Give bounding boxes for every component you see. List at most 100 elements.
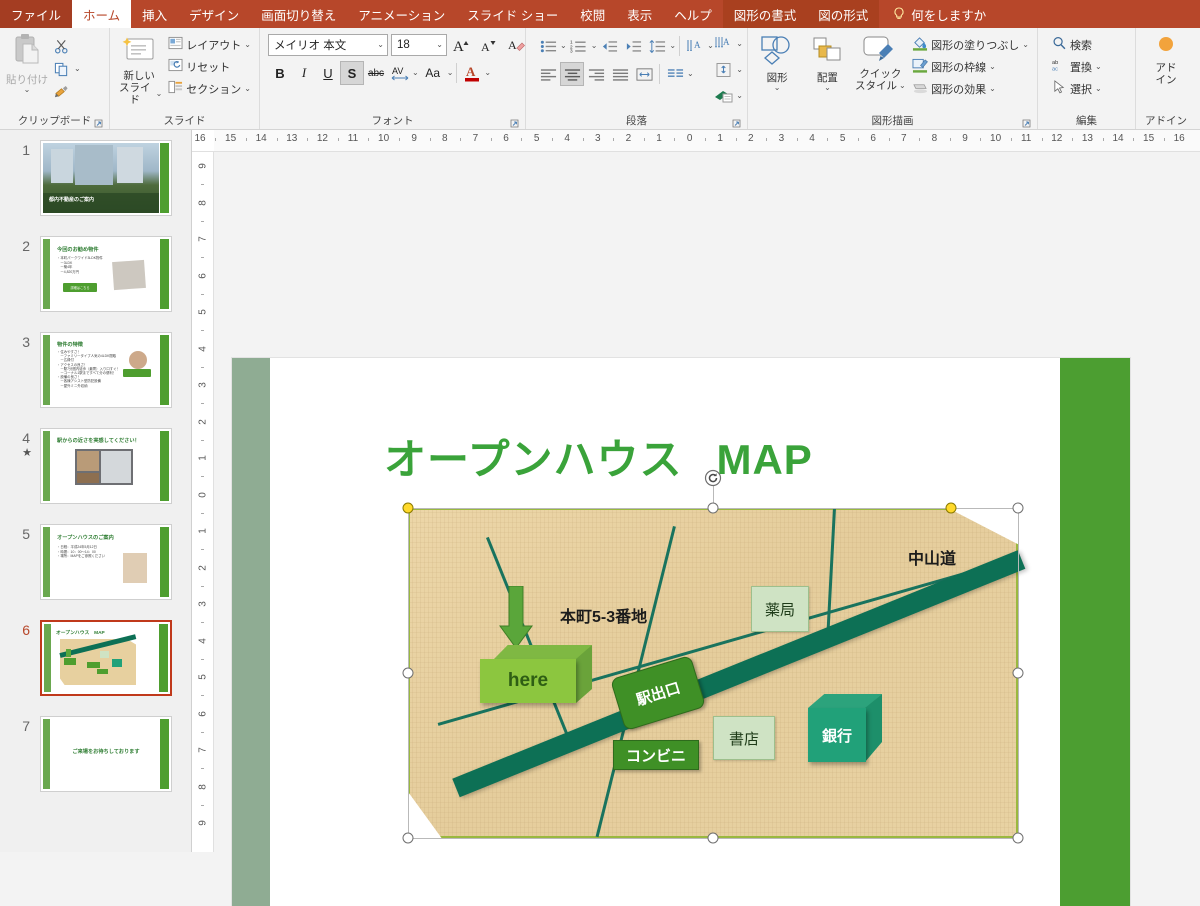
tab-help[interactable]: ヘルプ — [663, 0, 723, 28]
replace-button[interactable]: ab ac 置換 ⌄ — [1048, 56, 1106, 77]
thumbnail-preview[interactable]: 都内不動産のご案内 — [40, 140, 172, 216]
clipboard-dialog-launcher[interactable] — [94, 119, 103, 128]
shapes-chevron-down-icon[interactable]: ⌄ — [774, 84, 781, 92]
font-name-chevron-down-icon[interactable]: ⌄ — [377, 41, 384, 49]
new-slide-chevron-down-icon[interactable]: ⌄ — [156, 90, 163, 98]
thumbnail-slide-6[interactable]: 6 オープンハウス MAP — [8, 620, 172, 696]
line-spacing-chevron-down-icon[interactable]: ⌄ — [669, 42, 676, 50]
shape-effects-chevron-down-icon[interactable]: ⌄ — [989, 84, 996, 93]
resize-handle-top-center[interactable] — [707, 502, 719, 514]
reset-button[interactable]: リセット — [164, 56, 255, 77]
tab-file[interactable]: ファイル — [0, 0, 73, 28]
font-name-combo[interactable]: メイリオ 本文 ⌄ — [268, 34, 388, 56]
section-button[interactable]: セクション ⌄ — [164, 78, 255, 99]
slide-canvas[interactable]: オープンハウス MAP 中山道 本町5-3番地 here 駅出口 コンビニ 薬局… — [214, 152, 1200, 906]
line-spacing-icon[interactable] — [645, 34, 669, 58]
resize-handle-middle-left[interactable] — [402, 667, 414, 679]
vertical-ruler[interactable]: 9 8 7 6 5 4 3 2 1 0 1 2 3 4 5 6 7 8 9 — [192, 152, 214, 852]
align-text-vertical-icon[interactable] — [712, 58, 736, 82]
adjust-handle-top-left[interactable] — [402, 502, 414, 514]
resize-handle-bottom-left[interactable] — [402, 832, 414, 844]
increase-indent-icon[interactable] — [621, 34, 645, 58]
character-spacing-button[interactable]: AV — [388, 61, 412, 85]
thumbnail-slide-4[interactable]: 4 ★ 駅からの近さを実感してください！ — [8, 428, 172, 504]
shape-outline-chevron-down-icon[interactable]: ⌄ — [989, 62, 996, 71]
tab-slideshow[interactable]: スライド ショー — [456, 0, 569, 28]
align-left-icon[interactable] — [536, 62, 560, 86]
align-right-icon[interactable] — [584, 62, 608, 86]
paragraph-dialog-launcher[interactable] — [732, 119, 741, 128]
copy-icon[interactable] — [50, 59, 72, 80]
tab-insert[interactable]: 挿入 — [131, 0, 178, 28]
font-color-chevron-down-icon[interactable]: ⌄ — [484, 69, 491, 77]
font-dialog-launcher[interactable] — [510, 119, 519, 128]
text-shadow-button[interactable]: S — [340, 61, 364, 85]
decrease-indent-icon[interactable] — [597, 34, 621, 58]
layout-chevron-down-icon[interactable]: ⌄ — [244, 40, 251, 49]
rotation-handle[interactable] — [704, 469, 722, 487]
numbered-list-chevron-down-icon[interactable]: ⌄ — [591, 42, 598, 50]
columns-chevron-down-icon[interactable]: ⌄ — [687, 70, 694, 78]
justify-icon[interactable] — [608, 62, 632, 86]
copy-chevron-down-icon[interactable]: ⌄ — [74, 65, 81, 73]
tab-view[interactable]: 表示 — [616, 0, 663, 28]
strikethrough-button[interactable]: abc — [364, 61, 388, 85]
resize-handle-middle-right[interactable] — [1012, 667, 1024, 679]
find-button[interactable]: 検索 — [1048, 34, 1106, 55]
resize-handle-bottom-center[interactable] — [707, 832, 719, 844]
tab-picture-format[interactable]: 図の形式 — [807, 0, 880, 28]
quick-styles-chevron-down-icon[interactable]: ⌄ — [899, 82, 906, 90]
character-spacing-chevron-down-icon[interactable]: ⌄ — [412, 69, 419, 77]
tab-review[interactable]: 校閲 — [569, 0, 616, 28]
numbered-list-icon[interactable]: 123 — [567, 34, 591, 58]
thumbnail-preview[interactable]: 駅からの近さを実感してください！ — [40, 428, 172, 504]
clear-formatting-icon[interactable]: A — [504, 33, 528, 57]
tab-shape-format[interactable]: 図形の書式 — [722, 0, 808, 28]
slide-title-text[interactable]: オープンハウス MAP — [384, 426, 813, 487]
thumbnail-slide-1[interactable]: 1 都内不動産のご案内 — [8, 140, 172, 216]
horizontal-ruler[interactable]: 16 15 14 13 12 11 10 9 8 7 6 5 4 3 2 1 0 1 2 3 4 5 6 7 8 9 10 11 12 1… — [192, 130, 1200, 152]
shape-outline-button[interactable]: 図形の枠線 ⌄ — [908, 56, 1033, 77]
font-size-chevron-down-icon[interactable]: ⌄ — [436, 41, 443, 49]
tab-transitions[interactable]: 画面切り替え — [250, 0, 347, 28]
convert-to-smartart-icon[interactable] — [712, 84, 736, 108]
arrange-button[interactable]: 配置 ⌄ — [802, 33, 852, 94]
align-text-chevron-down-icon[interactable]: ⌄ — [736, 66, 743, 74]
increase-font-size-icon[interactable]: A — [450, 33, 474, 57]
paste-chevron-down-icon[interactable]: ⌄ — [24, 86, 31, 94]
adjust-handle-top-right[interactable] — [945, 502, 957, 514]
shape-effects-button[interactable]: 図形の効果 ⌄ — [908, 78, 1033, 99]
bold-button[interactable]: B — [268, 61, 292, 85]
select-chevron-down-icon[interactable]: ⌄ — [1095, 84, 1102, 93]
tab-home[interactable]: ホーム — [72, 0, 132, 28]
shape-fill-button[interactable]: 図形の塗りつぶし ⌄ — [908, 34, 1033, 55]
drawing-dialog-launcher[interactable] — [1022, 119, 1031, 128]
bulleted-list-icon[interactable] — [536, 34, 560, 58]
replace-chevron-down-icon[interactable]: ⌄ — [1095, 62, 1102, 71]
tab-design[interactable]: デザイン — [178, 0, 250, 28]
resize-handle-top-right[interactable] — [1012, 502, 1024, 514]
thumbnail-preview[interactable]: 物件の特徴 ・住みやすさ！ ーファミリータイプ人気の4LDK間取 ー広縁付 ・ア… — [40, 332, 172, 408]
shape-fill-chevron-down-icon[interactable]: ⌄ — [1022, 40, 1029, 49]
layout-button[interactable]: レイアウト ⌄ — [164, 34, 255, 55]
thumbnail-preview[interactable]: ご来場をお待ちしております — [40, 716, 172, 792]
thumbnail-preview[interactable]: 今回のお勧め物件 ・本町パークワイド3LDK物件 ー3LDK ー築4年 ー4,8… — [40, 236, 172, 312]
slide-thumbnail-pane[interactable]: 1 都内不動産のご案内 2 今回のお勧め物件 ・本町パークワイド3LDK物件 ー… — [0, 130, 192, 852]
font-size-combo[interactable]: 18 ⌄ — [391, 34, 447, 56]
italic-button[interactable]: I — [292, 61, 316, 85]
text-direction-icon[interactable]: A — [683, 34, 707, 58]
thumbnail-slide-3[interactable]: 3 物件の特徴 ・住みやすさ！ ーファミリータイプ人気の4LDK間取 ー広縁付 … — [8, 332, 172, 408]
thumbnail-slide-5[interactable]: 5 オープンハウスのご案内 ・日程：平成24年5月12日 ・時間：10：00〜1… — [8, 524, 172, 600]
font-color-button[interactable]: A — [460, 61, 484, 85]
format-painter-icon[interactable] — [50, 82, 72, 103]
arrange-chevron-down-icon[interactable]: ⌄ — [824, 84, 831, 92]
addin-button[interactable]: アド イン — [1143, 33, 1189, 88]
columns-icon[interactable] — [663, 62, 687, 86]
distribute-text-icon[interactable] — [632, 62, 656, 86]
tell-me-box[interactable]: 何をしますか — [879, 0, 997, 28]
select-button[interactable]: 選択 ⌄ — [1048, 78, 1106, 99]
align-center-icon[interactable] — [560, 62, 584, 86]
slide-surface[interactable]: オープンハウス MAP 中山道 本町5-3番地 here 駅出口 コンビニ 薬局… — [232, 358, 1130, 906]
vertical-text-direction-icon[interactable]: A — [712, 32, 736, 56]
decrease-font-size-icon[interactable]: A — [477, 33, 501, 57]
